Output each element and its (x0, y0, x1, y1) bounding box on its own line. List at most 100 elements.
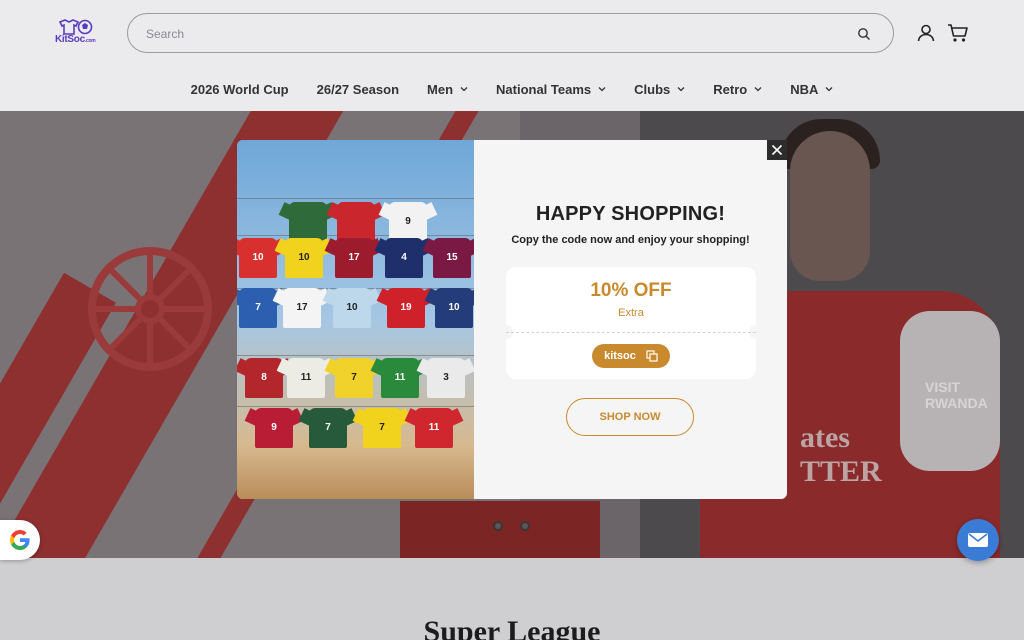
jersey-number: 7 (379, 422, 385, 433)
nav-item-national-teams[interactable]: National Teams (482, 78, 620, 100)
nav-item-label: Retro (713, 81, 748, 97)
shirt-sponsor-text: ates (800, 421, 850, 454)
hanging-jersey: 8 (245, 358, 283, 398)
jersey-number: 10 (346, 302, 358, 313)
hanging-jersey: 4 (385, 238, 423, 278)
account-icon[interactable] (916, 23, 936, 43)
hanging-jersey: 17 (283, 288, 321, 328)
hanging-jersey: 19 (387, 288, 425, 328)
promo-title: HAPPY SHOPPING! (535, 203, 726, 225)
carousel-dot[interactable] (520, 521, 530, 531)
discount-note: Extra (618, 307, 644, 319)
search-input[interactable] (146, 25, 826, 43)
jersey-number: 9 (271, 422, 277, 433)
jersey-number: 4 (401, 252, 407, 263)
sleeve-sponsor-line1: VISIT (925, 379, 961, 395)
cart-icon[interactable] (947, 22, 969, 44)
site-header: KitSoc.com 2026 World Cup 26/27 Season M… (0, 0, 1024, 111)
hanging-jersey: 11 (287, 358, 325, 398)
jersey-number: 10 (448, 302, 460, 313)
hanging-jersey: 10 (333, 288, 371, 328)
nav-item-label: 2026 World Cup (190, 81, 289, 97)
nav-item-label: Men (427, 81, 454, 97)
jersey-number: 19 (400, 302, 412, 313)
logo-text: KitSoc (55, 34, 85, 45)
hanging-jersey: 10 (285, 238, 323, 278)
chevron-down-icon (598, 87, 606, 92)
hanging-jersey: 7 (309, 408, 347, 448)
jersey-number: 7 (255, 302, 261, 313)
copy-icon (646, 350, 658, 362)
logo-suffix: .com (84, 38, 96, 44)
search-bar[interactable] (127, 13, 894, 53)
nav-item-label: 26/27 Season (316, 81, 400, 97)
nav-item-men[interactable]: Men (413, 78, 482, 100)
main-nav: 2026 World Cup 26/27 Season Men National… (0, 78, 1024, 100)
jersey-number: 7 (325, 422, 331, 433)
nav-item-world-cup[interactable]: 2026 World Cup (177, 78, 303, 100)
hanging-jersey: 9 (255, 408, 293, 448)
hanging-jersey: 7 (335, 358, 373, 398)
chevron-down-icon (677, 87, 685, 92)
chevron-down-icon (754, 87, 762, 92)
coupon-divider (506, 332, 756, 333)
carousel-dot[interactable] (493, 521, 503, 531)
close-modal-button[interactable] (767, 140, 787, 160)
jersey-ball-logo-icon (58, 19, 93, 35)
chevron-down-icon (825, 87, 833, 92)
jersey-number: 7 (351, 372, 357, 383)
jersey-number: 11 (394, 372, 406, 383)
section-title: Super League (423, 615, 601, 640)
hanging-jersey: 7 (363, 408, 401, 448)
hanging-jersey: 10 (435, 288, 473, 328)
clothesline (237, 406, 474, 407)
nav-item-clubs[interactable]: Clubs (620, 78, 699, 100)
nav-item-nba[interactable]: NBA (776, 78, 847, 100)
mail-icon (968, 533, 988, 547)
hanging-jersey: 11 (381, 358, 419, 398)
nav-item-label: NBA (790, 81, 819, 97)
google-icon (10, 530, 30, 550)
search-icon[interactable] (857, 27, 871, 41)
hanging-jersey: 9 (389, 202, 427, 242)
hanging-jersey (337, 202, 375, 242)
coupon-card: 10% OFF Extra kitsoc (499, 267, 763, 379)
clothesline (237, 198, 474, 199)
clothesline (237, 355, 474, 356)
nav-item-label: Clubs (634, 81, 671, 97)
promo-subtitle: Copy the code now and enjoy your shoppin… (511, 234, 750, 246)
coupon-code: kitsoc (604, 350, 636, 362)
cannon-crest-icon (88, 247, 212, 371)
shop-now-button[interactable]: SHOP NOW (566, 398, 694, 436)
hanging-jersey: 10 (239, 238, 277, 278)
jersey-number: 10 (298, 252, 310, 263)
jersey-number: 11 (428, 422, 440, 433)
promo-content: HAPPY SHOPPING! Copy the code now and en… (474, 140, 787, 499)
shirt-sponsor-text-2: TTER (800, 455, 882, 488)
google-reviews-badge[interactable] (0, 520, 40, 560)
site-logo[interactable]: KitSoc.com (55, 19, 105, 47)
jersey-number: 17 (296, 302, 308, 313)
chat-button[interactable] (957, 519, 999, 561)
hanging-jersey: 3 (427, 358, 465, 398)
promo-modal: 9 10 10 17 4 15 7 17 10 19 10 8 11 7 11 3 9 7 7 11 HAPPY SH… (237, 140, 787, 499)
copy-code-button[interactable]: kitsoc (592, 344, 670, 368)
jersey-number: 11 (300, 372, 312, 383)
jersey-number: 15 (446, 252, 458, 263)
nav-item-retro[interactable]: Retro (699, 78, 776, 100)
chevron-down-icon (460, 87, 468, 92)
hanging-jersey (289, 202, 327, 242)
nav-item-season[interactable]: 26/27 Season (303, 78, 413, 100)
jersey-number: 9 (405, 216, 411, 227)
player-head (790, 131, 870, 281)
sleeve-sponsor-line2: RWANDA (925, 395, 988, 411)
hanging-jersey: 11 (415, 408, 453, 448)
jersey-number: 10 (252, 252, 264, 263)
jerseys-photo: 9 10 10 17 4 15 7 17 10 19 10 8 11 7 11 3 9 7 7 11 (237, 140, 474, 499)
jersey-number: 17 (348, 252, 360, 263)
hanging-jersey: 15 (433, 238, 471, 278)
close-icon (771, 144, 783, 156)
hanging-jersey: 17 (335, 238, 373, 278)
nav-item-label: National Teams (496, 81, 592, 97)
discount-amount: 10% OFF (590, 280, 672, 301)
